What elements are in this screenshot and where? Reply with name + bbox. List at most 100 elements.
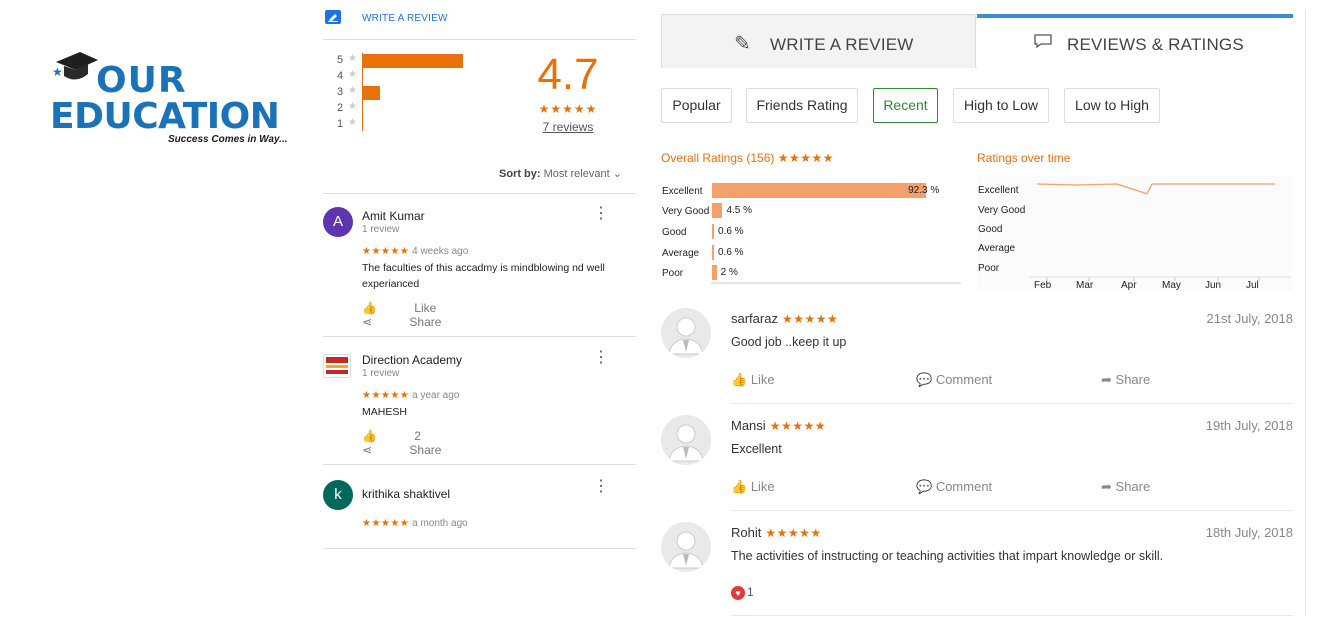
chevron-down-icon: ⌄ — [612, 168, 622, 180]
filter-friends-rating[interactable]: Friends Rating — [746, 88, 858, 123]
google-review-item: k krithika shaktivel ⋮ ★★★★★ a month ago — [323, 479, 636, 540]
direction-academy-avatar[interactable] — [323, 354, 351, 378]
star-icon: ★ — [348, 101, 357, 112]
thumbs-up-icon: 👍 — [362, 429, 377, 443]
filter-high-to-low[interactable]: High to Low — [953, 88, 1049, 123]
avatar[interactable]: A — [323, 207, 353, 237]
reviewer-name[interactable]: Rohit ★★★★★ — [731, 525, 822, 540]
share-arrow-icon: ➦ — [1101, 479, 1112, 494]
divider — [731, 510, 1293, 511]
tab-write-review[interactable]: ✎ WRITE A REVIEW — [661, 14, 976, 68]
review-count-link[interactable]: 7 reviews — [523, 120, 613, 134]
review-stars: ★★★★★ — [765, 526, 822, 540]
review-text: Excellent — [731, 442, 782, 456]
overall-ratings-row: Excellent 92.3 % — [661, 182, 961, 202]
ratings-over-time-title: Ratings over time — [977, 151, 1071, 165]
average-rating-stars: ★★★★★ — [538, 102, 598, 116]
reviewer-name[interactable]: Direction Academy — [362, 353, 462, 367]
review-date: 19th July, 2018 — [1205, 418, 1293, 433]
histogram-row: 1 ★ — [335, 117, 495, 133]
rating-bar — [712, 203, 723, 218]
overall-ratings-stars: ★★★★★ — [777, 151, 835, 165]
histogram-star-label: 4 — [337, 70, 344, 82]
user-avatar-icon[interactable] — [661, 415, 711, 465]
divider — [731, 403, 1293, 404]
sort-dropdown[interactable]: Sort by: Most relevant ⌄ — [499, 167, 622, 180]
histogram-star-label: 1 — [337, 118, 344, 130]
comment-button[interactable]: 💬 Comment — [916, 372, 992, 388]
rating-category-label: Very Good — [662, 206, 710, 217]
tab-reviews-ratings[interactable]: REVIEWS & RATINGS — [977, 14, 1293, 68]
share-button[interactable]: ⋖ Share — [362, 443, 475, 457]
like-button[interactable]: 👍 2 — [362, 429, 455, 443]
rating-percent-label: 0.6 % — [718, 226, 744, 237]
share-icon: ⋖ — [362, 443, 373, 457]
rating-category-label: Average — [662, 248, 700, 259]
our-education-logo[interactable]: ★ OUR EDUCATION Success Comes in Way... — [48, 48, 308, 158]
reviewer-name[interactable]: Mansi ★★★★★ — [731, 418, 826, 433]
avatar[interactable]: k — [323, 480, 353, 510]
histogram-row: 3 ★ — [335, 85, 495, 101]
filter-popular[interactable]: Popular — [661, 88, 732, 123]
like-count: 2 — [414, 429, 421, 443]
like-button[interactable]: 👍 Like — [731, 372, 775, 388]
review-stars-row: ★★★★★ 4 weeks ago — [362, 246, 468, 257]
rating-bar — [712, 245, 714, 260]
reviewer-name[interactable]: Amit Kumar — [362, 209, 425, 223]
review-item: Mansi ★★★★★ 19th July, 2018 Excellent 👍 L… — [661, 415, 1293, 515]
review-date: 21st July, 2018 — [1206, 311, 1293, 326]
review-text: The faculties of this accadmy is mindblo… — [362, 262, 605, 290]
rating-percent-label: 92.3 % — [908, 185, 940, 196]
rating-percent-label: 2 % — [720, 267, 738, 278]
review-stars: ★★★★★ — [362, 518, 410, 529]
share-label: Share — [409, 443, 442, 457]
like-button[interactable]: 👍 Like — [362, 301, 470, 315]
google-review-item: Direction Academy 1 review ⋮ ★★★★★ a yea… — [323, 350, 636, 461]
share-button[interactable]: ➦ Share — [1101, 479, 1150, 495]
logo-line-1: OUR — [96, 60, 187, 101]
overall-ratings-row: Poor 2 % — [661, 264, 961, 284]
histogram-star-label: 5 — [337, 54, 344, 66]
comment-button[interactable]: 💬 Comment — [916, 479, 992, 495]
scrollbar[interactable] — [1305, 10, 1323, 616]
share-button[interactable]: ➦ Share — [1101, 372, 1150, 388]
tab-label: REVIEWS & RATINGS — [1067, 35, 1244, 54]
reviewer-name-text: Mansi — [731, 418, 766, 433]
review-item: Rohit ★★★★★ 18th July, 2018 The activitie… — [661, 522, 1293, 622]
divider — [731, 615, 1293, 616]
more-options-icon[interactable]: ⋮ — [593, 479, 609, 495]
filter-recent[interactable]: Recent — [873, 88, 938, 123]
review-actions: 👍 2 ⋖ Share — [362, 429, 636, 457]
like-button[interactable]: 👍 Like — [731, 479, 775, 495]
sort-value: Most relevant — [543, 168, 610, 180]
filter-low-to-high[interactable]: Low to High — [1064, 88, 1160, 123]
more-options-icon[interactable]: ⋮ — [593, 350, 609, 366]
review-text: Good job ..keep it up — [731, 335, 847, 349]
star-icon: ★ — [348, 53, 357, 64]
divider — [323, 548, 636, 549]
thumbs-up-icon: 👍 — [731, 372, 748, 387]
write-review-link[interactable]: WRITE A REVIEW — [362, 13, 448, 24]
more-options-icon[interactable]: ⋮ — [593, 206, 609, 222]
average-rating: 4.7 ★★★★★ 7 reviews — [523, 50, 613, 135]
google-write-review[interactable]: WRITE A REVIEW — [323, 10, 636, 40]
review-date: 18th July, 2018 — [1205, 525, 1293, 540]
histogram-bar — [362, 54, 463, 68]
heart-reaction-button[interactable]: ♥ 1 — [731, 584, 754, 600]
review-stars: ★★★★★ — [781, 312, 839, 326]
reviewer-name[interactable]: krithika shaktivel — [362, 487, 450, 501]
comment-label: Comment — [935, 372, 993, 387]
heart-icon: ♥ — [731, 586, 745, 600]
review-item: sarfaraz ★★★★★ 21st July, 2018 Good job .… — [661, 308, 1293, 408]
user-avatar-icon[interactable] — [661, 522, 711, 572]
rating-percent-label: 0.6 % — [718, 247, 744, 258]
svg-text:★: ★ — [52, 65, 63, 79]
average-rating-value: 4.7 — [537, 50, 599, 99]
user-avatar-icon[interactable] — [661, 308, 711, 358]
review-time: 4 weeks ago — [412, 246, 469, 257]
review-time: a month ago — [412, 518, 468, 529]
share-button[interactable]: ⋖ Share — [362, 315, 475, 329]
reviewer-name[interactable]: sarfaraz ★★★★★ — [731, 311, 838, 326]
share-icon: ⋖ — [362, 315, 373, 329]
histogram-star-label: 3 — [337, 86, 344, 98]
